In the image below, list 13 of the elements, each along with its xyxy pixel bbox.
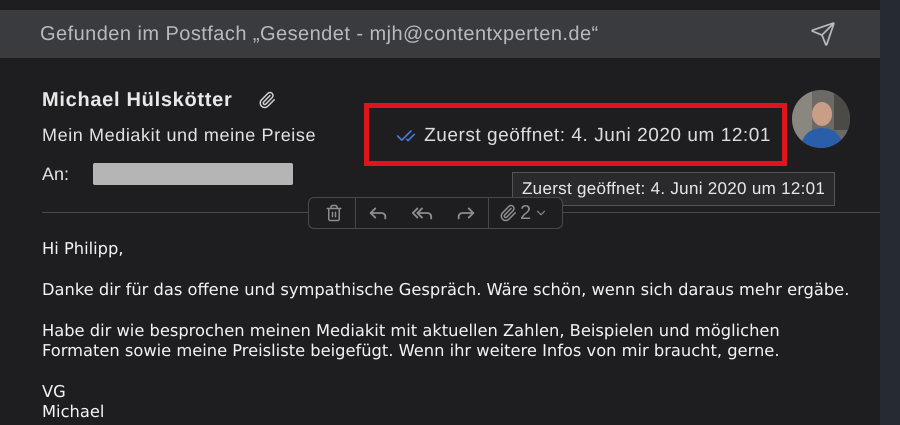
body-paragraph: Hi Philipp, [42,239,124,259]
recipient-label: An: [42,164,70,184]
send-icon[interactable] [810,21,836,47]
paperclip-icon [499,204,517,222]
body-paragraph: VG Michael [42,382,106,422]
tooltip: Zuerst geöffnet: 4. Juni 2020 um 12:01 [512,172,836,206]
email-subject: Mein Mediakit und meine Preise [42,124,316,146]
body-paragraph: Habe dir wie besprochen meinen Mediakit mit aktuellen Zahlen, Beispielen und möglichen Formaten sowie meine Preisliste beigefügt. Wenn ihr weitere Infos von mir braucht, gerne. [42,321,781,361]
body-paragraph: Danke dir für das offene und sympathische Gespräch. Wäre schön, wenn sich daraus mehr ergäbe. [42,280,850,300]
sender-name: Michael Hülskötter [42,88,232,112]
first-opened-text: Zuerst geöffnet: 4. Juni 2020 um 12:01 [424,125,771,147]
search-result-title: Gefunden im Postfach „Gesendet - mjh@contentxperten.de“ [40,22,599,46]
trash-icon [325,204,343,222]
